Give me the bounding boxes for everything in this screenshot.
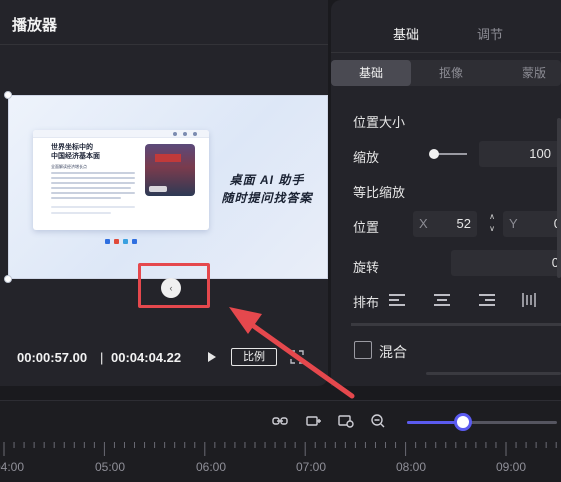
mockup-text-line <box>51 197 121 199</box>
mockup-text-line <box>51 187 131 189</box>
slogan-line-2: 随时提问找答案 <box>221 191 313 205</box>
align-left-icon[interactable] <box>389 293 407 307</box>
mockup-heading: 世界坐标中的 中国经济基本面 <box>51 143 131 161</box>
mockup-photo-caption <box>149 186 167 192</box>
stepper-up-icon[interactable]: ∧ <box>485 211 499 223</box>
ruler-label: 08:00 <box>396 460 427 474</box>
mockup-taskbar <box>33 236 209 246</box>
rotation-input[interactable]: 0 <box>451 250 561 276</box>
ruler-label: 07:00 <box>296 460 327 474</box>
player-header-divider <box>0 44 328 45</box>
ruler-label: 09:00 <box>496 460 527 474</box>
layout-label: 排布 <box>353 295 380 310</box>
uniform-scale-label: 等比缩放 <box>353 185 406 200</box>
distribute-icon[interactable] <box>521 293 539 307</box>
taskbar-app-icon <box>132 238 137 244</box>
properties-tabs-divider <box>331 52 561 53</box>
vertical-scrollbar[interactable] <box>557 118 561 278</box>
zoom-out-icon[interactable] <box>370 414 386 428</box>
taskbar-app-icon <box>123 238 128 244</box>
current-time: 00:00:57.00 <box>17 350 88 365</box>
stepper-down-icon[interactable]: ∨ <box>485 223 499 235</box>
tab-adjust[interactable]: 调节 <box>477 24 503 43</box>
slogan-line-1: 桌面 AI 助手 <box>229 173 305 187</box>
link-icon[interactable] <box>272 414 288 428</box>
play-icon[interactable] <box>205 351 217 363</box>
scale-label: 缩放 <box>353 150 380 165</box>
ruler-ticks <box>3 442 557 456</box>
x-value: 52 <box>456 216 471 231</box>
properties-panel: 基础 调节 基础 抠像 蒙版 位置大小 缩放 100 等比缩放 位置 X 52 … <box>331 0 561 386</box>
timeline-zoom-knob[interactable] <box>454 413 472 431</box>
mockup-text-line <box>51 206 135 208</box>
position-label: 位置 <box>353 220 380 235</box>
taskbar-app-icon <box>105 238 110 244</box>
ruler-label: 05:00 <box>95 460 126 474</box>
x-prefix: X <box>419 216 428 231</box>
subtab-mask[interactable]: 蒙版 <box>491 60 561 86</box>
highlight-annotation-box <box>138 263 210 308</box>
taskbar-app-icon <box>114 238 119 244</box>
player-title: 播放器 <box>12 17 58 34</box>
resize-handle-bottom-left[interactable] <box>4 275 12 283</box>
total-duration: 00:04:04.22 <box>111 350 182 365</box>
preview-canvas[interactable]: 世界坐标中的 中国经济基本面 全面解读经济增长点 桌面 AI 助手 随时提问找答… <box>8 95 328 279</box>
mockup-photo-detail <box>155 154 181 162</box>
mockup-subheading: 全面解读经济增长点 <box>51 164 87 169</box>
properties-subtabs: 基础 抠像 蒙版 <box>331 60 561 86</box>
scale-input[interactable]: 100 <box>479 141 561 167</box>
mockup-dot-icon <box>183 132 187 136</box>
ruler-label: 06:00 <box>196 460 227 474</box>
fullscreen-icon[interactable] <box>290 350 304 364</box>
time-separator: | <box>100 350 104 365</box>
properties-tabs: 基础 调节 <box>331 22 561 42</box>
player-panel: 播放器 世界坐标中的 中国经济基本面 全面解读经济增长点 桌面 AI 助手 随时… <box>0 0 328 386</box>
layout-align-group <box>389 290 561 310</box>
position-x-stepper[interactable]: ∧ ∨ <box>485 211 499 237</box>
replace-icon[interactable] <box>338 414 354 428</box>
mockup-text-line <box>51 172 135 174</box>
aspect-ratio-button[interactable]: 比例 <box>231 348 277 366</box>
section-position-size: 位置大小 <box>353 115 406 130</box>
section-divider <box>351 323 561 326</box>
subtab-keying[interactable]: 抠像 <box>411 60 491 86</box>
align-center-icon[interactable] <box>433 293 451 307</box>
align-right-icon[interactable] <box>477 293 495 307</box>
blend-label: 混合 <box>379 344 407 360</box>
position-y-input[interactable]: Y 0 <box>503 211 561 237</box>
y-prefix: Y <box>509 216 518 231</box>
mockup-text-line <box>51 182 135 184</box>
preview-slogan: 桌面 AI 助手 随时提问找答案 <box>211 171 323 207</box>
horizontal-scrollbar[interactable] <box>426 372 561 375</box>
position-x-input[interactable]: X 52 <box>413 211 477 237</box>
mockup-heading-text: 世界坐标中的 中国经济基本面 <box>51 144 100 160</box>
mockup-text-line <box>51 177 135 179</box>
mockup-text-line <box>51 212 111 214</box>
ruler-label: 04:00 <box>0 460 25 474</box>
resize-handle-top-left[interactable] <box>4 91 12 99</box>
scale-slider-knob[interactable] <box>429 149 439 159</box>
tab-basic[interactable]: 基础 <box>393 24 419 43</box>
mockup-dot-icon <box>173 132 177 136</box>
timeline-ruler[interactable]: 04:00 05:00 06:00 07:00 08:00 09:00 <box>0 442 561 482</box>
rotation-label: 旋转 <box>353 260 380 275</box>
mockup-dot-icon <box>193 132 197 136</box>
subtab-basic[interactable]: 基础 <box>331 60 411 86</box>
preview-window-mockup: 世界坐标中的 中国经济基本面 全面解读经济增长点 <box>33 130 209 230</box>
split-icon[interactable] <box>306 414 322 428</box>
blend-checkbox[interactable] <box>354 341 372 359</box>
mockup-text-line <box>51 192 135 194</box>
